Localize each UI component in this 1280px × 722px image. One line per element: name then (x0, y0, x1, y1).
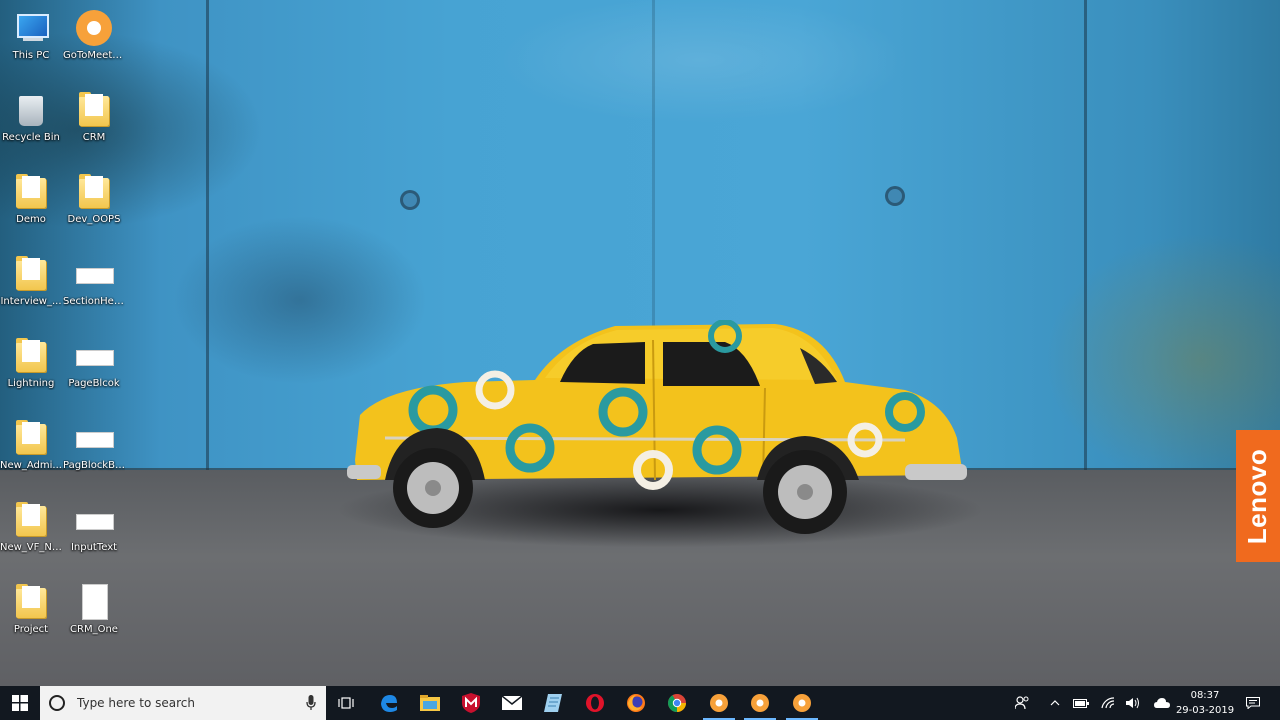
desktop-icon-sectionheader[interactable]: SectionHea... (63, 250, 125, 328)
gotomeeting-icon (74, 8, 114, 48)
taskbar-edge[interactable] (369, 686, 409, 720)
microphone-icon[interactable] (306, 695, 316, 711)
desktop-icon-pagblockbutton[interactable]: PagBlockBu... (63, 414, 125, 492)
taskbar: 08:37 29-03-2019 (0, 686, 1280, 720)
search-input[interactable] (75, 695, 299, 711)
recycle-bin-icon (11, 90, 51, 130)
desktop-icon-new-vf[interactable]: New_VF_No... (0, 496, 62, 574)
start-button[interactable] (0, 686, 40, 720)
mcafee-icon (462, 693, 480, 713)
gotomeeting-icon (710, 694, 728, 712)
tray-battery[interactable] (1070, 686, 1092, 720)
wall-bolt (400, 190, 420, 210)
clock-date: 29-03-2019 (1175, 705, 1235, 716)
taskbar-mcafee[interactable] (451, 686, 491, 720)
yellow-car-illustration (347, 320, 967, 534)
gotomeeting-icon (751, 694, 769, 712)
notes-icon (544, 694, 562, 712)
cortana-icon (49, 695, 65, 711)
desktop-icon-crm-one[interactable]: CRM_One (63, 578, 125, 656)
onedrive-icon (1154, 698, 1170, 708)
desktop-icon-project[interactable]: Project (0, 578, 62, 656)
file-explorer-icon (420, 695, 440, 711)
file-icon (74, 500, 114, 540)
wall-seam (1084, 0, 1087, 478)
chrome-icon (668, 694, 686, 712)
folder-icon (74, 172, 114, 212)
task-view-icon (338, 697, 354, 709)
taskbar-opera[interactable] (575, 686, 615, 720)
mail-icon (502, 696, 522, 710)
folder-icon (11, 172, 51, 212)
taskbar-clock[interactable]: 08:37 29-03-2019 (1172, 686, 1238, 722)
tray-wifi[interactable] (1097, 686, 1119, 720)
action-center-button[interactable] (1240, 686, 1266, 720)
tray-overflow[interactable] (1044, 686, 1066, 720)
windows-logo-icon (12, 695, 28, 711)
desktop-icon-new-admin[interactable]: New_Admi... (0, 414, 62, 492)
opera-icon (586, 694, 604, 712)
taskbar-gotomeeting-3[interactable] (782, 686, 822, 720)
desktop-icon-demo[interactable]: Demo (0, 168, 62, 246)
tray-volume[interactable] (1122, 686, 1144, 720)
tray-onedrive[interactable] (1150, 686, 1174, 720)
file-icon (74, 418, 114, 458)
lenovo-wordmark: Lenovo (1242, 448, 1273, 544)
desktop-icon-pageblcok[interactable]: PageBlcok (63, 332, 125, 410)
taskbar-gotomeeting-2[interactable] (740, 686, 780, 720)
taskbar-notes[interactable] (533, 686, 573, 720)
taskbar-search-box[interactable] (40, 686, 326, 720)
desktop-icon-inputtext[interactable]: InputText (63, 496, 125, 574)
taskbar-chrome[interactable] (657, 686, 697, 720)
desktop-wallpaper[interactable]: Lenovo (0, 0, 1280, 686)
this-pc-icon (11, 8, 51, 48)
notification-icon (1246, 697, 1260, 709)
folder-icon (74, 90, 114, 130)
wifi-icon (1101, 697, 1115, 709)
desktop-icon-this-pc[interactable]: This PC (0, 4, 62, 82)
folder-icon (11, 500, 51, 540)
desktop-icon-gotomeeting[interactable]: GoToMeeting (63, 4, 125, 82)
tray-people[interactable] (1010, 686, 1034, 720)
battery-icon (1073, 698, 1089, 708)
task-view-button[interactable] (326, 686, 366, 720)
file-icon (74, 336, 114, 376)
desktop-icon-dev-oops[interactable]: Dev_OOPS (63, 168, 125, 246)
taskbar-file-explorer[interactable] (410, 686, 450, 720)
chevron-up-icon (1050, 700, 1060, 706)
firefox-icon (627, 694, 645, 712)
people-icon (1015, 696, 1029, 710)
file-icon (74, 254, 114, 294)
folder-icon (11, 336, 51, 376)
folder-icon (11, 582, 51, 622)
folder-icon (11, 418, 51, 458)
desktop-icon-lightning[interactable]: Lightning (0, 332, 62, 410)
clock-time: 08:37 (1190, 690, 1220, 701)
desktop-icon-recycle-bin[interactable]: Recycle Bin (0, 86, 62, 164)
wall-seam (206, 0, 209, 478)
wall-bolt (885, 186, 905, 206)
taskbar-gotomeeting-1[interactable] (699, 686, 739, 720)
document-icon (74, 582, 114, 622)
taskbar-mail[interactable] (492, 686, 532, 720)
desktop-icon-interview[interactable]: Interview_... (0, 250, 62, 328)
taskbar-firefox[interactable] (616, 686, 656, 720)
volume-icon (1126, 697, 1139, 709)
edge-icon (381, 695, 397, 712)
lenovo-badge: Lenovo (1236, 430, 1280, 562)
folder-icon (11, 254, 51, 294)
desktop-icon-crm[interactable]: CRM (63, 86, 125, 164)
gotomeeting-icon (793, 694, 811, 712)
